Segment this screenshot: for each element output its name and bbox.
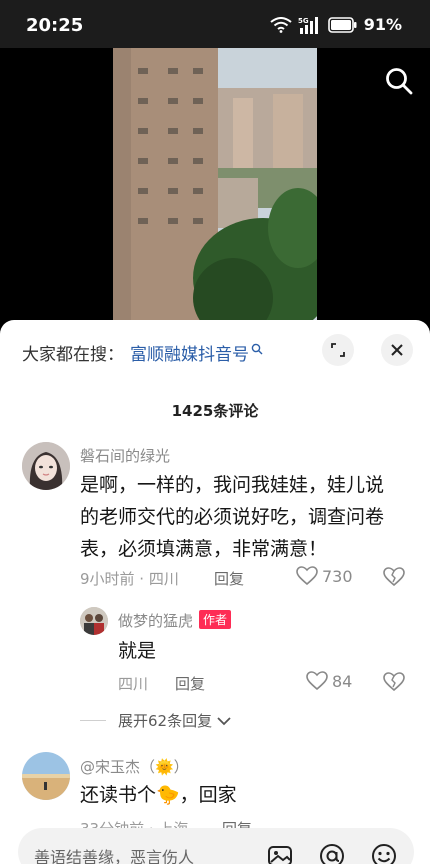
- search-icon[interactable]: [384, 66, 414, 96]
- avatar[interactable]: [22, 442, 70, 490]
- suggest-prefix: 大家都在搜：: [22, 345, 124, 365]
- fullscreen-button[interactable]: [322, 334, 354, 366]
- chevron-down-icon: [217, 716, 231, 725]
- comment-text: 是啊，一样的，我问我娃娃，娃儿说 的老师交代的必须说好吃，调查问卷 表，必须填满…: [80, 469, 384, 565]
- author-badge: 作者: [199, 610, 232, 629]
- comment-text: 就是: [118, 640, 157, 662]
- comment-input-bar: 善语结善缘，恶言伤人: [0, 828, 430, 864]
- like-button[interactable]: 730: [296, 566, 353, 586]
- comment-author[interactable]: 做梦的猛虎 作者: [118, 610, 232, 631]
- close-icon: [391, 344, 403, 356]
- comment-line: 的老师交代的必须说好吃，调查问卷: [80, 506, 385, 528]
- search-icon: [251, 343, 263, 354]
- comment-sheet: 大家都在搜： 富顺融媒抖音号 1425条评论 磐石间的绿光 是啊，一样的，我问我…: [0, 320, 430, 864]
- svg-text:5G: 5G: [298, 17, 309, 25]
- status-bar: 20:25 5G 91%: [0, 0, 430, 48]
- comment-input[interactable]: 善语结善缘，恶言伤人: [18, 828, 414, 864]
- broken-heart-icon[interactable]: [383, 567, 405, 587]
- close-button[interactable]: [381, 334, 413, 366]
- search-suggestion[interactable]: 大家都在搜： 富顺融媒抖音号: [22, 340, 263, 365]
- comment-author[interactable]: 磐石间的绿光: [80, 445, 170, 466]
- video-frame[interactable]: [113, 48, 317, 328]
- battery-icon: [327, 16, 357, 33]
- image-icon[interactable]: [266, 842, 294, 864]
- expand-icon: [331, 343, 345, 357]
- comment-line: 表，必须填满意，非常满意！: [80, 538, 328, 560]
- comment-meta: 9小时前 · 四川: [80, 570, 179, 588]
- reply-button[interactable]: 回复: [175, 673, 205, 694]
- avatar[interactable]: [22, 752, 70, 800]
- suggest-query[interactable]: 富顺融媒抖音号: [130, 340, 249, 365]
- video-player[interactable]: [0, 48, 430, 328]
- emoji-icon[interactable]: [370, 842, 398, 864]
- video-thumbnail: [113, 48, 317, 328]
- reply-button[interactable]: 回复: [214, 568, 244, 589]
- signal-icon: 5G: [298, 16, 318, 34]
- clock: 20:25: [26, 15, 84, 36]
- comment-input-placeholder: 善语结善缘，恶言伤人: [34, 848, 195, 864]
- comment-text: 还读书个🐤，回家: [80, 784, 237, 806]
- comment-line: 是啊，一样的，我问我娃娃，娃儿说: [80, 474, 385, 496]
- like-count: 84: [332, 671, 353, 691]
- author-name[interactable]: 做梦的猛虎: [118, 612, 193, 630]
- comment-meta: 四川: [118, 675, 149, 693]
- battery-percent: 91%: [363, 15, 402, 34]
- heart-icon: [296, 566, 318, 586]
- heart-icon: [306, 671, 328, 691]
- wifi-icon: [270, 16, 292, 33]
- expand-replies-button[interactable]: 展开62条回复: [80, 710, 232, 731]
- avatar[interactable]: [80, 607, 108, 635]
- at-icon[interactable]: [318, 842, 346, 864]
- broken-heart-icon[interactable]: [383, 672, 405, 692]
- like-count: 730: [322, 566, 353, 586]
- like-button[interactable]: 84: [306, 671, 352, 691]
- expand-replies-label: 展开62条回复: [118, 712, 213, 730]
- status-icons: 5G 91%: [270, 15, 402, 34]
- comment-author[interactable]: @宋玉杰（🌞）: [80, 756, 189, 777]
- divider: [80, 720, 106, 721]
- comment-count: 1425条评论: [171, 402, 259, 420]
